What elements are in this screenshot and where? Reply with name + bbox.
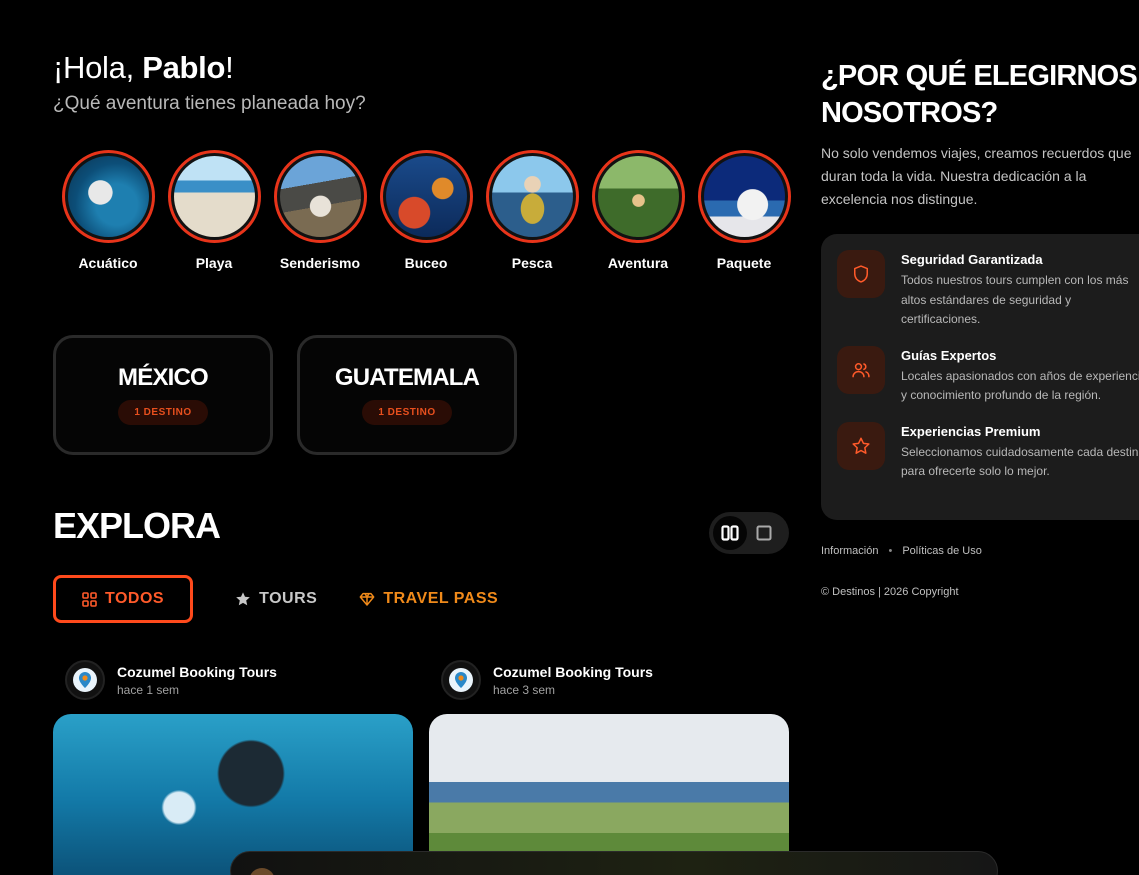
square-icon	[756, 525, 772, 541]
category-photo	[491, 156, 573, 237]
greeting-suffix: !	[225, 50, 234, 85]
post-author[interactable]: Cozumel Booking Tours	[117, 664, 277, 680]
category-photo	[597, 156, 679, 237]
user-name: Pablo	[142, 50, 226, 85]
star-icon	[236, 592, 250, 606]
category-label: Paquete	[716, 255, 772, 271]
tab-label: TODOS	[105, 590, 165, 607]
view-toggle	[709, 512, 789, 554]
post-author[interactable]: Cozumel Booking Tours	[493, 664, 653, 680]
footer-separator: •	[888, 545, 893, 557]
post-card[interactable]: Cozumel Booking Tours hace 1 sem	[53, 660, 413, 875]
category-pesca[interactable]: Pesca	[479, 150, 585, 271]
location-pin-icon	[73, 668, 97, 692]
shield-icon	[854, 265, 868, 283]
features-card: Seguridad Garantizada Todos nuestros tou…	[821, 234, 1139, 520]
why-title-line: NOSOTROS?	[821, 97, 998, 129]
feature-icon-box	[837, 345, 885, 394]
category-label: Playa	[195, 255, 233, 271]
feature-title: Experiencias Premium	[901, 423, 1041, 439]
destination-count-badge: 1 DESTINO	[362, 400, 452, 425]
destination-card-guatemala[interactable]: GUATEMALA 1 DESTINO	[297, 335, 517, 455]
category-label: Buceo	[404, 255, 448, 271]
why-title-line: ¿POR QUÉ ELEGIRNOS	[821, 60, 1138, 92]
destination-card-mexico[interactable]: MÉXICO 1 DESTINO	[53, 335, 273, 455]
category-buceo[interactable]: Buceo	[373, 150, 479, 271]
post-card[interactable]: Cozumel Booking Tours hace 3 sem	[429, 660, 789, 875]
users-icon	[852, 362, 870, 377]
avatar[interactable]	[65, 660, 105, 700]
post-time: hace 3 sem	[493, 682, 556, 697]
feature-description: Todos nuestros tours cumplen con los más…	[901, 273, 1129, 326]
explore-tabs: TODOS TOURS TRAVEL PASS	[53, 575, 498, 623]
grid-view-button[interactable]	[713, 516, 747, 550]
avatar[interactable]	[249, 868, 275, 875]
category-list: Acuático Playa Senderismo Buceo Pesca Av…	[55, 150, 797, 271]
greeting-subtitle: ¿Qué aventura tienes planeada hoy?	[53, 93, 366, 114]
category-playa[interactable]: Playa	[161, 150, 267, 271]
category-label: Acuático	[78, 255, 138, 271]
single-view-button[interactable]	[747, 516, 781, 550]
category-label: Pesca	[511, 255, 553, 271]
grid-icon	[82, 591, 97, 607]
location-pin-icon	[449, 668, 473, 692]
tab-label: TOURS	[259, 590, 318, 607]
post-time: hace 1 sem	[117, 682, 180, 697]
feature-description: Seleccionamos cuidadosamente cada destin…	[901, 444, 1139, 479]
category-aventura[interactable]: Aventura	[585, 150, 691, 271]
columns-icon	[721, 525, 739, 541]
category-photo	[173, 156, 255, 237]
category-label: Aventura	[607, 255, 669, 271]
tab-travel-pass[interactable]: TRAVEL PASS	[359, 575, 498, 623]
greeting-heading: ¡Hola, Pablo!	[53, 50, 234, 86]
category-label: Senderismo	[279, 255, 361, 271]
copyright-text: © Destinos | 2026 Copyright	[821, 586, 959, 598]
feature-icon-box	[837, 250, 885, 298]
why-description: No solo vendemos viajes, creamos recuerd…	[821, 145, 1132, 207]
category-photo	[703, 156, 785, 237]
explore-title: EXPLORA	[53, 505, 221, 546]
bottom-bar[interactable]	[230, 851, 998, 875]
tab-tours[interactable]: TOURS	[235, 575, 317, 623]
gem-icon	[359, 592, 375, 606]
tab-todos[interactable]: TODOS	[53, 575, 194, 623]
footer-link-policies[interactable]: Políticas de Uso	[902, 545, 981, 557]
category-photo	[67, 156, 149, 237]
tab-label: TRAVEL PASS	[383, 590, 499, 607]
footer-link-info[interactable]: Información	[821, 545, 878, 557]
category-photo	[385, 156, 467, 237]
star-icon	[852, 437, 870, 454]
footer-links: Información • Políticas de Uso	[821, 545, 982, 557]
destination-name: MÉXICO	[118, 364, 209, 391]
category-photo	[279, 156, 361, 237]
why-title: ¿POR QUÉ ELEGIRNOS NOSOTROS?	[821, 58, 1138, 132]
feature-title: Seguridad Garantizada	[901, 252, 1043, 267]
category-acuatico[interactable]: Acuático	[55, 150, 161, 271]
feature-item: Guías Expertos Locales apasionados con a…	[837, 345, 1139, 406]
feature-description: Locales apasionados con años de experien…	[901, 368, 1139, 403]
feature-item: Experiencias Premium Seleccionamos cuida…	[837, 421, 1139, 482]
destination-count-badge: 1 DESTINO	[118, 400, 208, 425]
feature-icon-box	[837, 421, 885, 470]
greeting-prefix: ¡Hola,	[53, 50, 143, 85]
feature-title: Guías Expertos	[901, 347, 997, 363]
feature-item: Seguridad Garantizada Todos nuestros tou…	[837, 250, 1139, 330]
category-senderismo[interactable]: Senderismo	[267, 150, 373, 271]
destination-name: GUATEMALA	[334, 364, 480, 391]
avatar[interactable]	[441, 660, 481, 700]
category-paquete[interactable]: Paquete	[691, 150, 797, 271]
